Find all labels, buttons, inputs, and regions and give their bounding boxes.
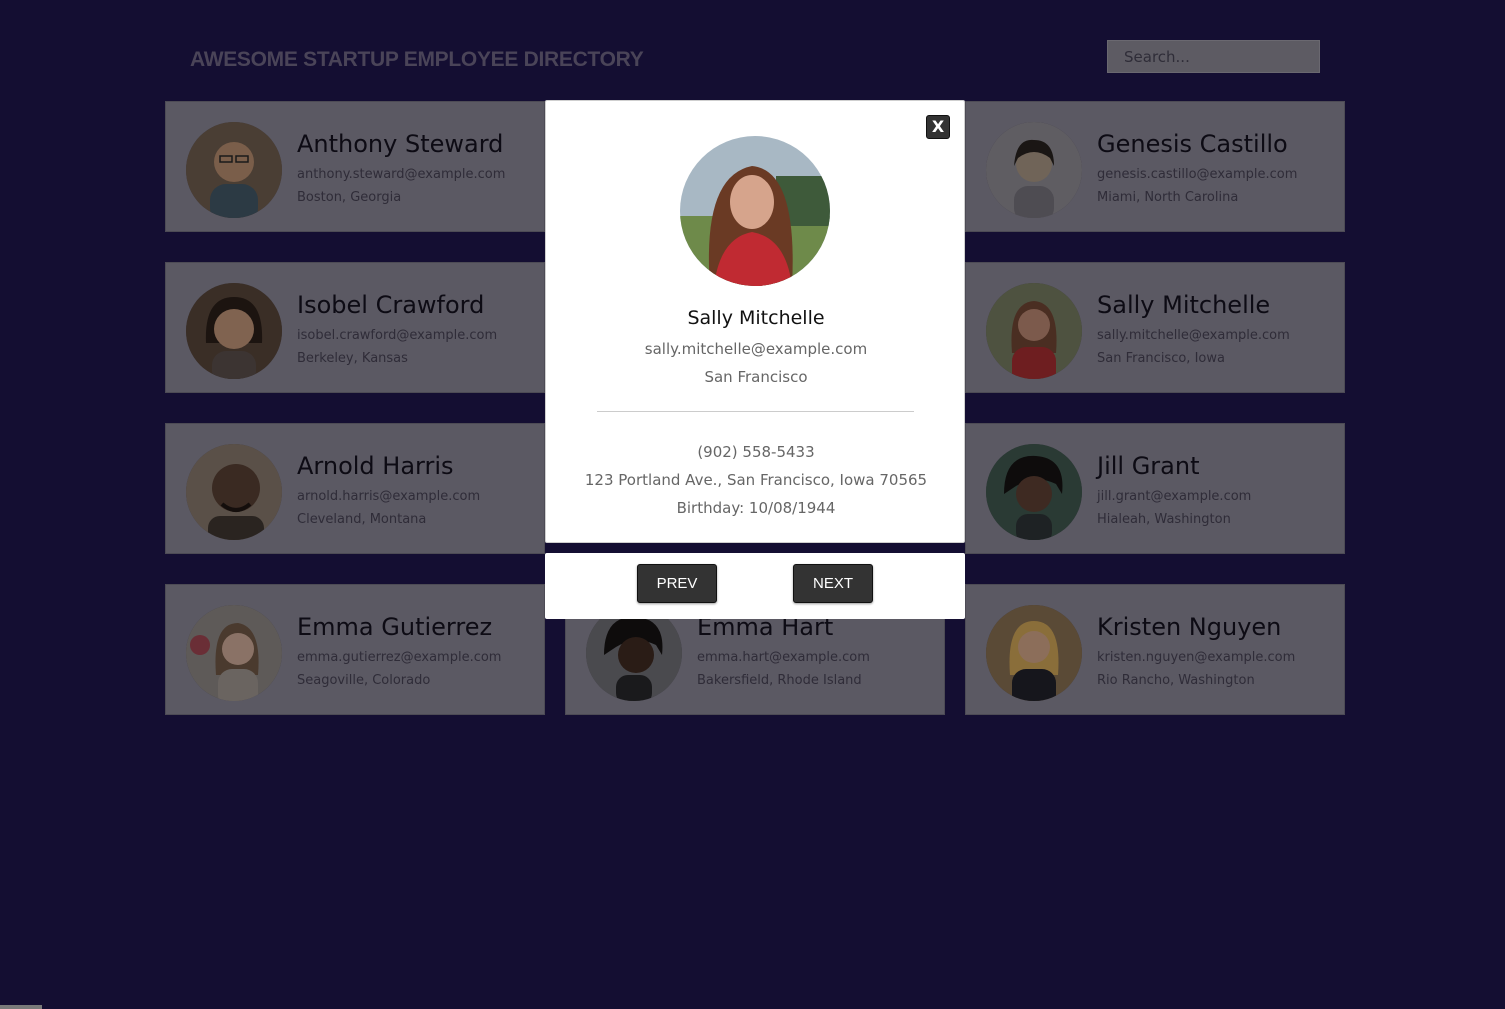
avatar bbox=[586, 605, 682, 701]
employee-card[interactable]: Sally Mitchelle sally.mitchelle@example.… bbox=[965, 262, 1345, 393]
employee-card[interactable]: Jill Grant jill.grant@example.com Hialea… bbox=[965, 423, 1345, 554]
avatar bbox=[986, 444, 1082, 540]
employee-email: arnold.harris@example.com bbox=[297, 489, 481, 504]
close-button[interactable]: X bbox=[926, 115, 950, 139]
employee-email: kristen.nguyen@example.com bbox=[1097, 650, 1296, 665]
employee-card[interactable]: Anthony Steward anthony.steward@example.… bbox=[165, 101, 545, 232]
employee-name: Emma Gutierrez bbox=[297, 613, 493, 641]
avatar bbox=[186, 283, 282, 379]
employee-name: Sally Mitchelle bbox=[1097, 291, 1271, 319]
directory-page: AWESOME STARTUP EMPLOYEE DIRECTORY Antho… bbox=[0, 0, 1505, 1009]
employee-name: Anthony Steward bbox=[297, 130, 504, 158]
avatar bbox=[186, 444, 282, 540]
employee-email: isobel.crawford@example.com bbox=[297, 328, 498, 343]
employee-email: anthony.steward@example.com bbox=[297, 167, 506, 182]
employee-name: Jill Grant bbox=[1097, 452, 1200, 480]
search-input[interactable] bbox=[1107, 40, 1320, 73]
employee-email: emma.gutierrez@example.com bbox=[297, 650, 502, 665]
avatar bbox=[986, 605, 1082, 701]
employee-location: Bakersfield, Rhode Island bbox=[697, 673, 862, 688]
avatar bbox=[986, 283, 1082, 379]
avatar bbox=[986, 122, 1082, 218]
employee-name: Genesis Castillo bbox=[1097, 130, 1288, 158]
employee-location: Miami, North Carolina bbox=[1097, 190, 1239, 205]
employee-name: Kristen Nguyen bbox=[1097, 613, 1282, 641]
employee-email: emma.hart@example.com bbox=[697, 650, 870, 665]
employee-card[interactable]: Isobel Crawford isobel.crawford@example.… bbox=[165, 262, 545, 393]
modal-city: San Francisco bbox=[704, 368, 808, 386]
employee-email: genesis.castillo@example.com bbox=[1097, 167, 1298, 182]
employee-card[interactable]: Emma Gutierrez emma.gutierrez@example.co… bbox=[165, 584, 545, 715]
employee-card[interactable]: Kristen Nguyen kristen.nguyen@example.co… bbox=[965, 584, 1345, 715]
employee-location: Seagoville, Colorado bbox=[297, 673, 431, 688]
avatar bbox=[186, 605, 282, 701]
modal-navigation: PREV NEXT bbox=[545, 553, 965, 619]
next-button[interactable]: NEXT bbox=[793, 564, 873, 603]
employee-location: Boston, Georgia bbox=[297, 190, 402, 205]
horizontal-scrollbar[interactable] bbox=[0, 1005, 42, 1009]
modal-email: sally.mitchelle@example.com bbox=[644, 340, 868, 358]
employee-location: Hialeah, Washington bbox=[1097, 512, 1231, 527]
employee-location: Cleveland, Montana bbox=[297, 512, 427, 527]
employee-name: Isobel Crawford bbox=[297, 291, 485, 319]
employee-card[interactable]: Genesis Castillo genesis.castillo@exampl… bbox=[965, 101, 1345, 232]
prev-button[interactable]: PREV bbox=[637, 564, 717, 603]
modal-birthday: Birthday: 10/08/1944 bbox=[676, 499, 836, 517]
modal-divider bbox=[597, 411, 914, 412]
employee-email: jill.grant@example.com bbox=[1097, 489, 1252, 504]
modal-phone: (902) 558-5433 bbox=[697, 443, 815, 461]
modal-avatar bbox=[680, 136, 830, 286]
employee-card[interactable]: Arnold Harris arnold.harris@example.com … bbox=[165, 423, 545, 554]
modal-name: Sally Mitchelle bbox=[687, 307, 825, 329]
employee-location: Berkeley, Kansas bbox=[297, 351, 408, 366]
employee-location: Rio Rancho, Washington bbox=[1097, 673, 1255, 688]
avatar bbox=[186, 122, 282, 218]
modal-address: 123 Portland Ave., San Francisco, Iowa 7… bbox=[584, 471, 928, 489]
employee-location: San Francisco, Iowa bbox=[1097, 351, 1225, 366]
employee-email: sally.mitchelle@example.com bbox=[1097, 328, 1290, 343]
employee-modal: X Sally Mitchelle sally.mitchelle@exampl… bbox=[545, 100, 965, 543]
employee-name: Arnold Harris bbox=[297, 452, 454, 480]
page-title: AWESOME STARTUP EMPLOYEE DIRECTORY bbox=[190, 48, 644, 71]
